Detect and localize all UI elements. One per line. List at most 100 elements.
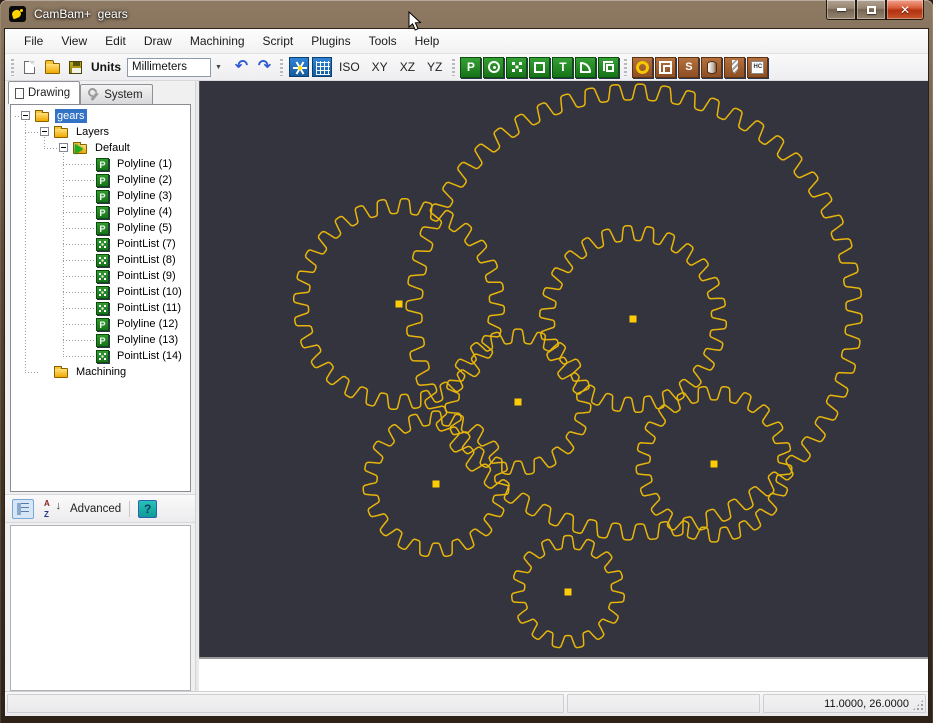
pocket-op-icon bbox=[655, 57, 676, 78]
status-coordinates-panel: 11.0000, 26.0000 bbox=[763, 694, 926, 713]
redo-button[interactable]: ↷ bbox=[253, 56, 276, 78]
grid-toggle-button[interactable] bbox=[310, 56, 333, 78]
lathe-op-button[interactable] bbox=[700, 56, 723, 78]
tab-label: System bbox=[104, 89, 142, 101]
engrave-op-button[interactable]: S bbox=[677, 56, 700, 78]
maximize-button[interactable] bbox=[856, 0, 886, 20]
tree-label[interactable]: PointList (7) bbox=[115, 237, 178, 251]
tree-label[interactable]: PointList (11) bbox=[115, 301, 183, 315]
tree-label[interactable]: Polyline (3) bbox=[115, 189, 174, 203]
tree-label[interactable]: gears bbox=[55, 109, 87, 123]
tree-label[interactable]: Polyline (12) bbox=[115, 317, 180, 331]
menu-tools[interactable]: Tools bbox=[360, 31, 406, 51]
tree-label[interactable]: Machining bbox=[74, 365, 128, 379]
profile-op-button[interactable] bbox=[631, 56, 654, 78]
tree-label[interactable]: Polyline (2) bbox=[115, 173, 174, 187]
close-icon: ✕ bbox=[900, 4, 910, 16]
help-icon[interactable]: ? bbox=[138, 500, 157, 518]
tree-label[interactable]: PointList (10) bbox=[115, 285, 184, 299]
gear-top-left-center-point[interactable] bbox=[396, 301, 403, 308]
open-file-button[interactable] bbox=[41, 56, 64, 78]
text-tool-icon: T bbox=[552, 57, 573, 78]
rectangle-tool-button[interactable] bbox=[528, 56, 551, 78]
polyline-icon: P bbox=[96, 158, 109, 171]
gear-right-center-point[interactable] bbox=[711, 461, 718, 468]
categorized-view-button[interactable] bbox=[12, 499, 34, 519]
tab-drawing[interactable]: Drawing bbox=[8, 81, 80, 104]
toolbar-grip[interactable] bbox=[11, 59, 14, 76]
toolbar: Units Millimeters ▼ ↶ ↷ ISOXYXZYZ PT SHC bbox=[5, 54, 928, 81]
folder-icon bbox=[35, 112, 49, 122]
new-file-button[interactable] bbox=[18, 56, 41, 78]
pocket-op-button[interactable] bbox=[654, 56, 677, 78]
units-combobox[interactable]: Millimeters bbox=[127, 58, 211, 77]
view-xz-button[interactable]: XZ bbox=[394, 58, 421, 76]
tree-label[interactable]: Polyline (5) bbox=[115, 221, 174, 235]
tree-connector bbox=[63, 153, 64, 356]
surface-tool-button[interactable] bbox=[597, 56, 620, 78]
save-file-icon bbox=[69, 61, 82, 74]
menu-file[interactable]: File bbox=[15, 31, 52, 51]
tree-label[interactable]: Polyline (13) bbox=[115, 333, 180, 347]
tree-label[interactable]: Polyline (1) bbox=[115, 157, 174, 171]
menu-machining[interactable]: Machining bbox=[181, 31, 254, 51]
drill-op-icon bbox=[724, 57, 745, 78]
menu-script[interactable]: Script bbox=[254, 31, 303, 51]
folder-icon bbox=[54, 368, 68, 378]
minimize-button[interactable] bbox=[826, 0, 856, 20]
polyline-icon: P bbox=[96, 206, 109, 219]
save-file-button[interactable] bbox=[64, 56, 87, 78]
gear-large[interactable] bbox=[406, 84, 862, 540]
property-toolbar: AZ↓ Advanced ? bbox=[5, 494, 195, 523]
gear-lower-left-center-point[interactable] bbox=[433, 481, 440, 488]
view-xy-button[interactable]: XY bbox=[366, 58, 394, 76]
drill-op-button[interactable] bbox=[723, 56, 746, 78]
axes-view-icon bbox=[289, 57, 309, 77]
tree-label[interactable]: Default bbox=[93, 141, 132, 155]
open-file-icon bbox=[45, 63, 60, 74]
tree-label[interactable]: Polyline (4) bbox=[115, 205, 174, 219]
view-yz-button[interactable]: YZ bbox=[421, 58, 448, 76]
gear-upper-middle-center-point[interactable] bbox=[630, 316, 637, 323]
tree-label[interactable]: PointList (9) bbox=[115, 269, 178, 283]
undo-button[interactable]: ↶ bbox=[230, 56, 253, 78]
tab-system[interactable]: System bbox=[80, 84, 152, 104]
lathe-op-icon bbox=[701, 57, 722, 78]
tree-label[interactable]: PointList (14) bbox=[115, 349, 184, 363]
pointlist-icon bbox=[96, 286, 109, 299]
toolbar-grip[interactable] bbox=[280, 59, 283, 76]
axes-view-button[interactable] bbox=[287, 56, 310, 78]
polyline-tool-icon: P bbox=[460, 57, 481, 78]
hc-op-button[interactable]: HC bbox=[746, 56, 769, 78]
menu-edit[interactable]: Edit bbox=[96, 31, 135, 51]
drawing-canvas[interactable] bbox=[199, 81, 928, 657]
menu-draw[interactable]: Draw bbox=[135, 31, 181, 51]
view-iso-button[interactable]: ISO bbox=[333, 58, 366, 76]
engrave-op-icon: S bbox=[678, 57, 699, 78]
app-window: CamBam+ gears ✕ FileViewEditDrawMachinin… bbox=[0, 0, 933, 723]
resize-grip[interactable] bbox=[912, 699, 924, 711]
gear-middle-center-point[interactable] bbox=[515, 399, 522, 406]
property-grid[interactable] bbox=[10, 525, 191, 691]
close-button[interactable]: ✕ bbox=[886, 0, 924, 20]
polyline-tool-button[interactable]: P bbox=[459, 56, 482, 78]
sort-alphabetical-button[interactable]: AZ↓ bbox=[42, 499, 62, 519]
toolbar-grip[interactable] bbox=[624, 59, 627, 76]
menu-plugins[interactable]: Plugins bbox=[302, 31, 359, 51]
gear-bottom-center-point[interactable] bbox=[565, 589, 572, 596]
text-tool-button[interactable]: T bbox=[551, 56, 574, 78]
circle-tool-button[interactable] bbox=[482, 56, 505, 78]
polyline-icon: P bbox=[96, 174, 109, 187]
units-dropdown-arrow[interactable]: ▼ bbox=[211, 58, 226, 77]
tree-label[interactable]: Layers bbox=[74, 125, 111, 139]
pointlist-icon bbox=[96, 302, 109, 315]
title-bar[interactable]: CamBam+ gears ✕ bbox=[0, 0, 933, 28]
arc-tool-button[interactable] bbox=[574, 56, 597, 78]
toolbar-grip[interactable] bbox=[452, 59, 455, 76]
tree-label[interactable]: PointList (8) bbox=[115, 253, 178, 267]
pointlist-tool-button[interactable] bbox=[505, 56, 528, 78]
menu-view[interactable]: View bbox=[52, 31, 96, 51]
maximize-icon bbox=[867, 6, 876, 14]
menu-help[interactable]: Help bbox=[406, 31, 449, 51]
advanced-button[interactable]: Advanced bbox=[70, 503, 121, 515]
